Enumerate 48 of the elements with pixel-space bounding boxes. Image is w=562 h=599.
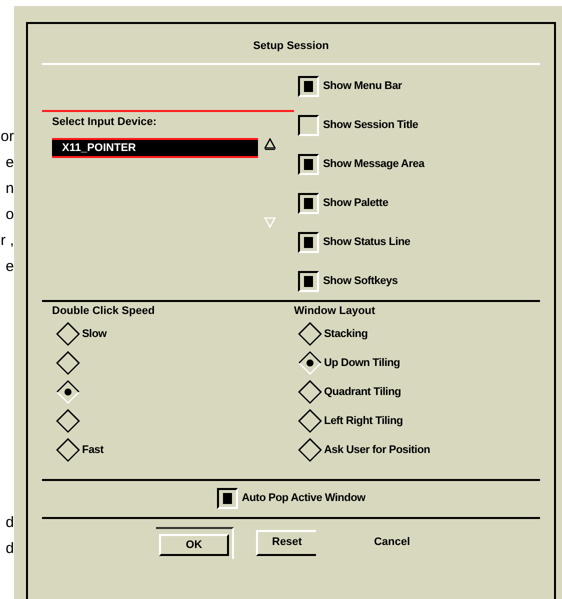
background-text: e: [6, 257, 14, 277]
radio-icon[interactable]: [298, 438, 322, 462]
radio-icon[interactable]: [298, 380, 322, 404]
checkbox[interactable]: [298, 271, 319, 292]
checkbox-label: Auto Pop Active Window: [242, 491, 366, 506]
radio-icon[interactable]: [56, 351, 80, 375]
ok-button[interactable]: OK: [159, 534, 229, 556]
background-text: d: [6, 539, 14, 559]
checkbox[interactable]: [298, 154, 319, 175]
checkbox[interactable]: [298, 232, 319, 253]
radio-selected-icon[interactable]: [56, 380, 80, 404]
checkbox[interactable]: [216, 488, 238, 509]
background-text: o: [6, 205, 14, 225]
radio-icon[interactable]: [56, 409, 80, 433]
cancel-button[interactable]: Cancel: [368, 530, 416, 556]
radio-icon[interactable]: [56, 438, 80, 462]
checkbox[interactable]: [298, 76, 319, 97]
scroll-up-icon[interactable]: [264, 138, 276, 150]
background-text: r ,: [0, 231, 14, 251]
background-text: n: [6, 179, 14, 199]
radio-label: Left Right Tiling: [324, 414, 403, 429]
checkbox[interactable]: [298, 115, 319, 136]
group-title: Double Click Speed: [52, 304, 156, 318]
background-text: e: [6, 153, 14, 173]
background-text: or: [0, 127, 14, 147]
checkbox-label: Show Status Line: [323, 235, 410, 250]
radio-selected-icon[interactable]: [298, 351, 322, 375]
checkbox-label: Show Softkeys: [323, 274, 398, 290]
checkbox-label: Show Menu Bar: [323, 79, 402, 94]
radio-label: Ask User for Position: [324, 442, 430, 458]
background-text: d: [6, 513, 14, 533]
radio-label: Slow: [82, 326, 107, 342]
list-label: Select Input Device:: [52, 114, 158, 130]
radio-icon[interactable]: [56, 322, 80, 346]
radio-label: Stacking: [324, 326, 368, 342]
radio-icon[interactable]: [298, 409, 322, 433]
radio-label: Up Down Tiling: [324, 356, 400, 371]
radio-label: Fast: [82, 442, 104, 458]
group-title: Window Layout: [294, 304, 376, 318]
checkbox-label: Show Message Area: [323, 157, 424, 172]
checkbox-label: Show Session Title: [323, 118, 418, 134]
dialog-title: Setup Session: [42, 24, 540, 64]
radio-label: Quadrant Tiling: [324, 384, 401, 400]
checkbox-label: Show Palette: [323, 196, 388, 212]
checkbox[interactable]: [298, 193, 319, 214]
list-item[interactable]: X11_POINTER: [52, 138, 258, 158]
reset-button[interactable]: Reset: [256, 530, 316, 556]
radio-icon[interactable]: [298, 322, 322, 346]
